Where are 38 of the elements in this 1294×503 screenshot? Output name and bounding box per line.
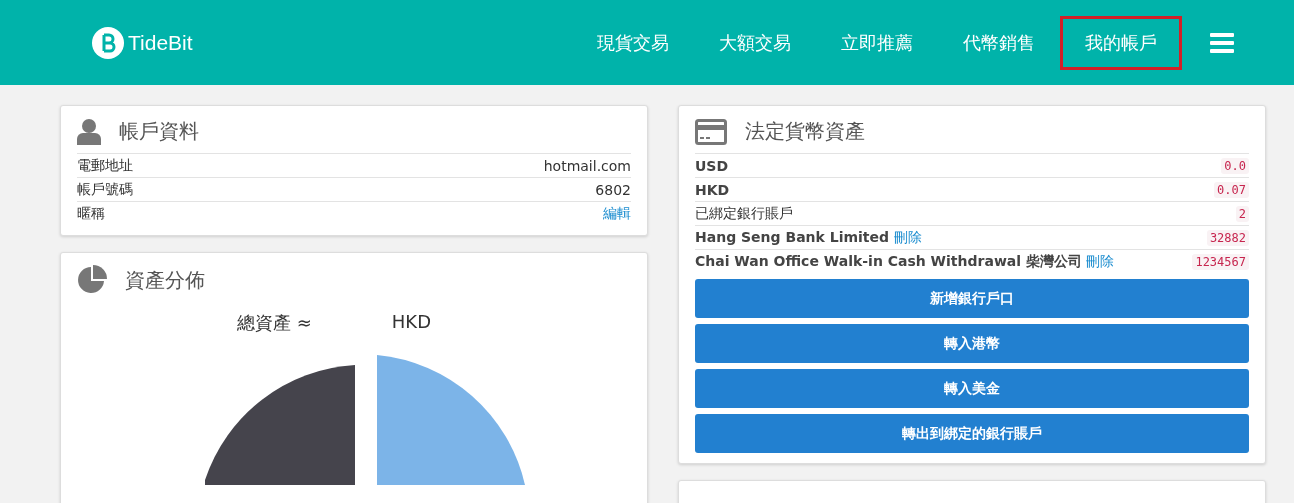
action-button[interactable]: 轉入港幣 — [695, 324, 1249, 363]
logo-text[interactable]: TideBit — [128, 30, 193, 55]
nav-link[interactable]: 大額交易 — [694, 15, 816, 70]
asset-value: 0.0 — [1221, 157, 1249, 174]
user-icon — [77, 118, 101, 145]
field-label: 暱稱 — [77, 204, 105, 223]
total-label: 總資產 ≈ — [237, 311, 312, 335]
card-title: 帳戶資料 — [119, 118, 199, 145]
currency-label: HKD — [391, 311, 431, 334]
credit-card-icon — [695, 118, 727, 145]
field-value: 6802 — [595, 181, 631, 198]
field-label: 帳戶號碼 — [77, 180, 133, 199]
asset-label: USD — [695, 157, 729, 174]
pie-chart-icon — [77, 265, 107, 295]
action-button[interactable]: 轉出到綁定的銀行賬戶 — [695, 414, 1249, 453]
asset-value: 1234567 — [1192, 253, 1249, 270]
menu-icon[interactable] — [1210, 32, 1234, 53]
field-value: hotmail.com — [543, 157, 631, 174]
action-button[interactable]: 新增銀行戶口 — [695, 279, 1249, 318]
bank-name: Hang Seng Bank Limited — [695, 228, 890, 245]
asset-label: HKD — [695, 181, 730, 198]
asset-value: 2 — [1235, 205, 1249, 222]
edit-link[interactable]: 編輯 — [603, 204, 631, 223]
field-label: 電郵地址 — [77, 156, 133, 175]
delete-link[interactable]: 刪除 — [1086, 252, 1115, 269]
asset-value: 32882 — [1206, 229, 1249, 246]
nav-link[interactable]: 我的帳戶 — [1060, 15, 1182, 70]
logo-icon — [92, 26, 124, 59]
nav-link[interactable]: 現貨交易 — [572, 15, 694, 70]
asset-value: 0.07 — [1214, 181, 1249, 198]
asset-label: 已綁定銀行賬戶 — [695, 204, 793, 221]
action-button[interactable]: 轉入美金 — [695, 369, 1249, 408]
nav-link[interactable]: 立即推薦 — [816, 15, 938, 70]
delete-link[interactable]: 刪除 — [893, 228, 922, 245]
nav-link[interactable]: 代幣銷售 — [938, 15, 1060, 70]
bank-name: Chai Wan Office Walk-in Cash Withdrawal 柴灣公司 — [695, 252, 1082, 269]
card-title: 法定貨幣資產 — [745, 118, 865, 145]
card-title: 資產分佈 — [125, 266, 205, 294]
